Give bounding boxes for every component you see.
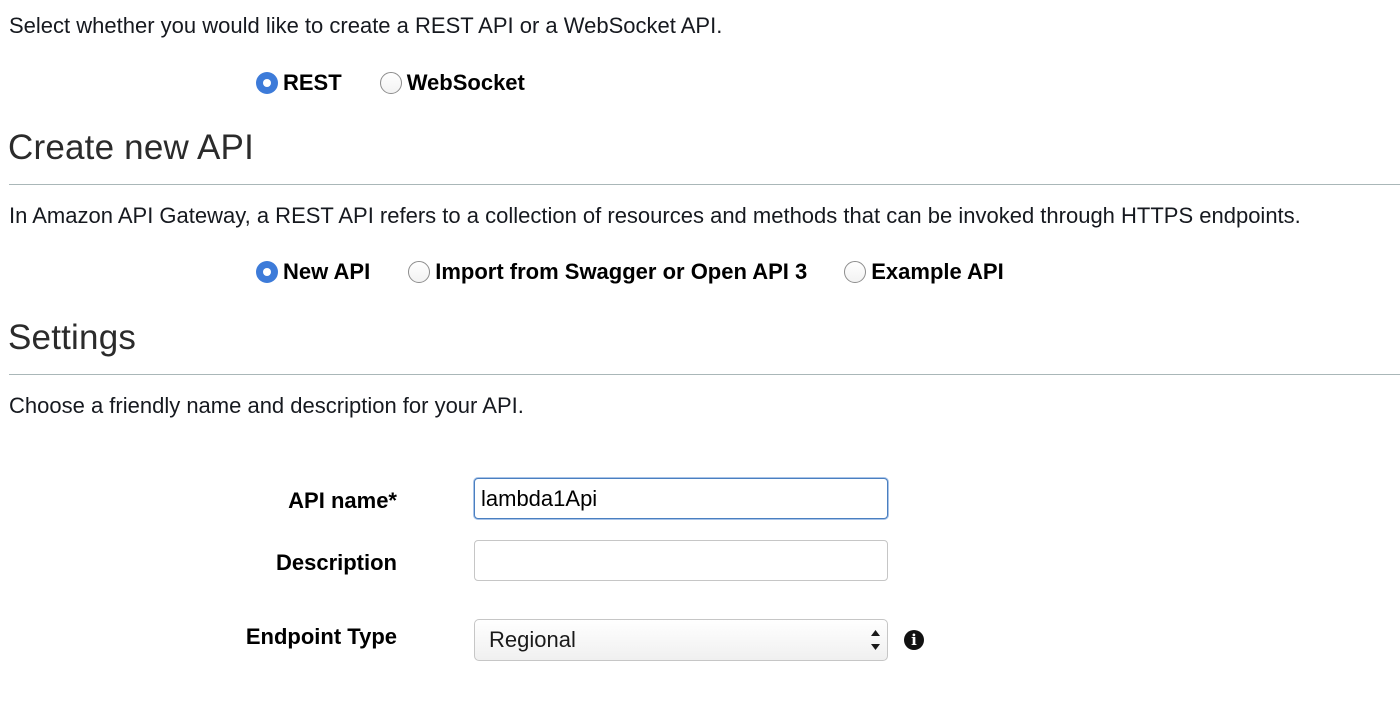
- api-type-radio-group: REST WebSocket: [256, 70, 525, 96]
- api-name-label: API name*: [288, 488, 397, 513]
- radio-new-api-label: New API: [283, 259, 371, 284]
- info-icon[interactable]: i: [904, 630, 924, 650]
- select-arrows-icon: [865, 619, 887, 661]
- settings-heading: Settings: [8, 318, 137, 357]
- radio-new-api[interactable]: New API: [256, 259, 370, 285]
- endpoint-type-select[interactable]: Regional: [474, 619, 888, 661]
- radio-rest[interactable]: REST: [256, 70, 342, 96]
- description-label: Description: [275, 550, 397, 575]
- endpoint-type-selected-value: Regional: [489, 627, 576, 652]
- endpoint-type-label: Endpoint Type: [245, 624, 397, 649]
- create-mode-radio-group: New API Import from Swagger or Open API …: [256, 259, 1004, 285]
- settings-description: Choose a friendly name and description f…: [9, 393, 524, 418]
- radio-websocket-label: WebSocket: [406, 70, 525, 95]
- radio-example-api-label: Example API: [871, 259, 1004, 284]
- api-type-prompt: Select whether you would like to create …: [9, 13, 723, 38]
- radio-import-swagger-indicator[interactable]: [408, 261, 431, 283]
- create-api-heading: Create new API: [8, 128, 254, 167]
- radio-websocket[interactable]: WebSocket: [379, 70, 525, 96]
- radio-rest-indicator[interactable]: [256, 72, 278, 94]
- settings-divider: [9, 374, 1400, 375]
- radio-import-swagger[interactable]: Import from Swagger or Open API 3: [408, 259, 807, 285]
- radio-new-api-indicator[interactable]: [256, 261, 278, 283]
- radio-rest-label: REST: [283, 70, 342, 95]
- create-api-description: In Amazon API Gateway, a REST API refers…: [9, 203, 1301, 228]
- radio-websocket-indicator[interactable]: [379, 72, 402, 94]
- radio-example-api-indicator[interactable]: [844, 261, 867, 283]
- create-api-divider: [9, 184, 1400, 185]
- description-input[interactable]: [474, 540, 888, 581]
- radio-example-api[interactable]: Example API: [844, 259, 1004, 285]
- api-name-input[interactable]: [474, 478, 888, 519]
- radio-import-swagger-label: Import from Swagger or Open API 3: [435, 259, 808, 284]
